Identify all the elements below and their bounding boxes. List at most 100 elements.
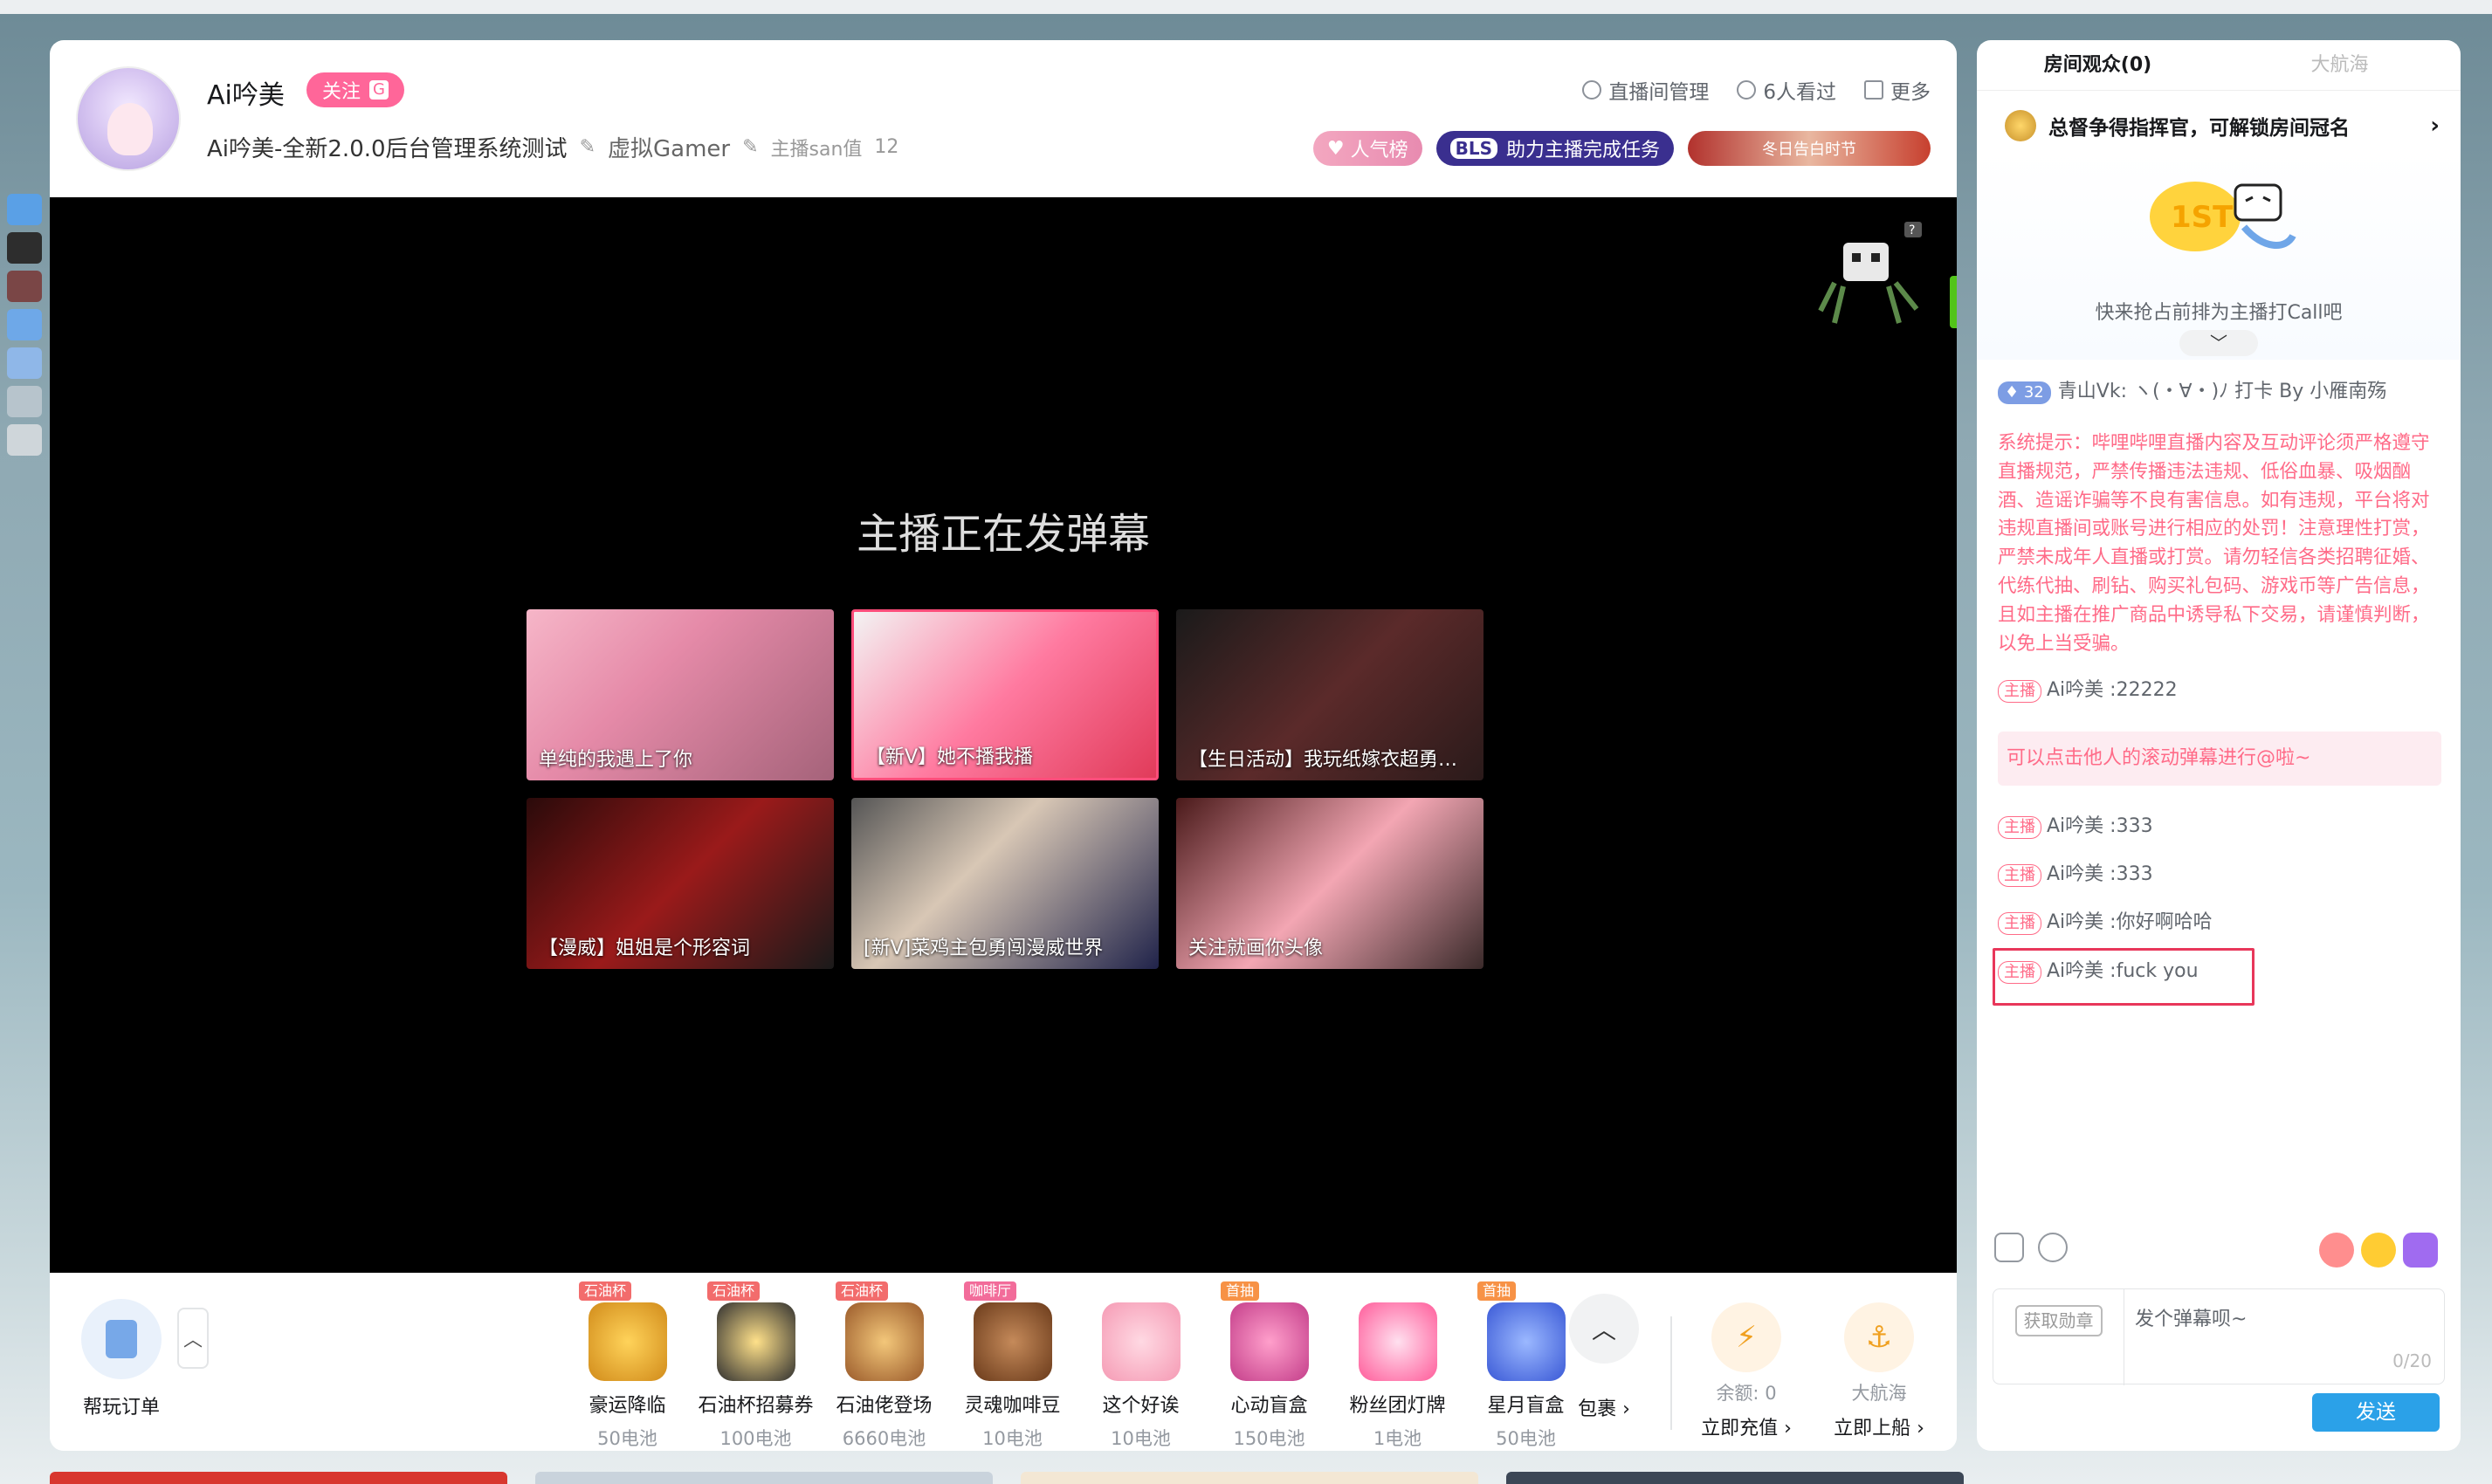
left-app-icon-1[interactable] bbox=[7, 194, 42, 225]
gift-oil-boss-icon bbox=[844, 1302, 924, 1381]
gift-item[interactable]: 这个好诶 10电池 bbox=[1077, 1281, 1205, 1451]
balance-text: 余额: 0 bbox=[1716, 1383, 1777, 1404]
room-manage-button[interactable]: 直播间管理 bbox=[1582, 75, 1709, 105]
left-app-icon-2[interactable] bbox=[7, 232, 42, 264]
gift-name: 石油杯招募券 bbox=[698, 1395, 814, 1417]
gift-item[interactable]: 首抽 心动盲盒 150电池 bbox=[1205, 1281, 1333, 1451]
send-button[interactable]: 发送 bbox=[2312, 1393, 2440, 1432]
fleet-button[interactable]: ⚓ 大航海 立即上船 › bbox=[1822, 1302, 1936, 1440]
recommendation-caption: 关注就画你头像 bbox=[1188, 938, 1324, 959]
tab-room-audience[interactable]: 房间观众(0) bbox=[1977, 40, 2219, 90]
room-title-row: Ai吟美-全新2.0.0后台管理系统测试 ✎ 虚拟Gamer ✎ 主播san值 … bbox=[207, 131, 898, 163]
gift-item[interactable]: 石油杯 石油佬登场 6660电池 bbox=[820, 1281, 948, 1451]
more-button[interactable]: 更多 bbox=[1864, 75, 1931, 105]
video-player[interactable]: 主播正在发弹幕 单纯的我遇上了你 【新V】她不播我播 【生日活动】我玩纸嫁衣超勇… bbox=[50, 197, 1957, 1273]
chat-text: : ヽ(・∀・)ﾉ 打卡 By 小雁南殇 bbox=[2120, 381, 2387, 402]
anchor-name[interactable]: Ai吟美 bbox=[207, 73, 285, 112]
gift-tag: 石油杯 bbox=[579, 1281, 632, 1301]
first-place-mascot-icon: 1ST bbox=[2150, 182, 2296, 251]
bottom-preview-row bbox=[50, 1472, 1964, 1484]
chevron-up-icon: ︿ bbox=[1569, 1294, 1639, 1364]
edit-area-icon[interactable]: ✎ bbox=[742, 136, 758, 158]
gift-name: 这个好诶 bbox=[1102, 1395, 1180, 1417]
divider bbox=[1670, 1316, 1672, 1430]
side-handle[interactable] bbox=[1950, 276, 1957, 328]
anchor-icon: ⚓ bbox=[1844, 1302, 1914, 1372]
chat-message[interactable]: ♦ 32 青山Vk: ヽ(・∀・)ﾉ 打卡 By 小雁南殇 bbox=[1998, 377, 2441, 406]
room-title: Ai吟美-全新2.0.0后台管理系统测试 bbox=[207, 136, 568, 162]
room-area[interactable]: 虚拟Gamer bbox=[608, 131, 730, 163]
gift-name: 心动盲盒 bbox=[1230, 1395, 1308, 1417]
gamepad-icon bbox=[81, 1299, 162, 1379]
gift-thumbs-up-icon bbox=[1101, 1302, 1181, 1381]
help-order-label: 帮玩订单 bbox=[82, 1397, 160, 1419]
get-medal-button[interactable]: 获取勋章 bbox=[1993, 1289, 2124, 1385]
governor-rank-row[interactable]: 总督争得指挥官，可解锁房间冠名 › bbox=[2005, 101, 2440, 150]
gift-item[interactable]: 咖啡厅 灵魂咖啡豆 10电池 bbox=[948, 1281, 1077, 1451]
event-banner[interactable]: 冬日告白时节 bbox=[1688, 131, 1931, 166]
anchor-avatar[interactable] bbox=[76, 66, 181, 171]
chat-message[interactable]: 主播 Ai吟美 :333 bbox=[1998, 812, 2441, 841]
gift-item[interactable]: 粉丝团灯牌 1电池 bbox=[1333, 1281, 1462, 1451]
recommendation-card[interactable]: 【新V】她不播我播 bbox=[851, 609, 1159, 780]
rank-text: 总督争得指挥官，可解锁房间冠名 bbox=[2048, 117, 2350, 140]
package-button[interactable]: ︿ 包裹 › bbox=[1569, 1294, 1639, 1421]
expand-toggle[interactable]: ︿ bbox=[177, 1308, 209, 1369]
chat-text: :333 bbox=[2110, 863, 2153, 885]
recommendation-grid: 单纯的我遇上了你 【新V】她不播我播 【生日活动】我玩纸嫁衣超勇… 【漫威】姐姐… bbox=[527, 609, 1487, 969]
input-char-count: 0/20 bbox=[2392, 1350, 2432, 1371]
san-value: 12 bbox=[874, 136, 899, 158]
follow-button[interactable]: 关注 G bbox=[306, 72, 404, 107]
add-app-icon[interactable] bbox=[7, 424, 42, 456]
gift-price: 10电池 bbox=[1111, 1428, 1171, 1449]
danmaku-input[interactable]: 发个弹幕呗~ bbox=[2135, 1303, 2247, 1331]
preview-card[interactable] bbox=[535, 1472, 993, 1484]
battery-icon: ⚡ bbox=[1711, 1302, 1781, 1372]
gift-fan-badge-icon bbox=[1358, 1302, 1437, 1381]
fleet-action-label: 立即上船 bbox=[1834, 1418, 1911, 1439]
recommendation-card[interactable]: 关注就画你头像 bbox=[1176, 798, 1483, 969]
popularity-rank-badge[interactable]: ♥ 人气榜 bbox=[1312, 131, 1422, 166]
gift-item[interactable]: 石油杯 豪运降临 50电池 bbox=[563, 1281, 692, 1451]
bls-task-badge[interactable]: BLS 助力主播完成任务 bbox=[1435, 131, 1674, 166]
chat-message[interactable]: 主播 Ai吟美 :22222 bbox=[1998, 676, 2441, 704]
gift-tag: 石油杯 bbox=[707, 1281, 761, 1301]
recommendation-caption: [新V]菜鸡主包勇闯漫威世界 bbox=[864, 938, 1104, 959]
recommendation-caption: 【生日活动】我玩纸嫁衣超勇… bbox=[1188, 749, 1458, 771]
robot-mascot-icon[interactable]: ? bbox=[1808, 215, 1931, 337]
recommendation-card[interactable]: 【生日活动】我玩纸嫁衣超勇… bbox=[1176, 609, 1483, 780]
preview-card[interactable] bbox=[50, 1472, 507, 1484]
left-app-icon-6[interactable] bbox=[7, 386, 42, 417]
gift-tag: 咖啡厅 bbox=[964, 1281, 1017, 1301]
recommendation-card[interactable]: [新V]菜鸡主包勇闯漫威世界 bbox=[851, 798, 1159, 969]
left-app-icon-4[interactable] bbox=[7, 309, 42, 340]
san-label: 主播san值 bbox=[770, 138, 863, 161]
gift-item[interactable]: 石油杯 石油杯招募券 100电池 bbox=[692, 1281, 820, 1451]
left-app-icon-3[interactable] bbox=[7, 271, 42, 302]
emoji-face-icon[interactable] bbox=[2361, 1233, 2396, 1268]
recommendation-card[interactable]: 【漫威】姐姐是个形容词 bbox=[527, 798, 834, 969]
viewers-button[interactable]: 6人看过 bbox=[1737, 75, 1836, 105]
help-order-button[interactable]: 帮玩订单 bbox=[81, 1299, 162, 1419]
chevron-down-icon[interactable]: ﹀ bbox=[2179, 330, 2258, 356]
preview-card[interactable] bbox=[1506, 1472, 1964, 1484]
gift-tag: 首抽 bbox=[1221, 1281, 1260, 1301]
fan-level-badge: ♦ 32 bbox=[1998, 381, 2051, 404]
gift-star-moon-box-icon bbox=[1486, 1302, 1566, 1381]
tab-fleet[interactable]: 大航海 bbox=[2219, 40, 2461, 90]
preview-card[interactable] bbox=[1021, 1472, 1478, 1484]
chat-message[interactable]: 主播 Ai吟美 :333 bbox=[1998, 860, 2441, 889]
recharge-button[interactable]: ⚡ 余额: 0 立即充值 › bbox=[1690, 1302, 1803, 1440]
chat-message[interactable]: 主播 Ai吟美 :你好啊哈哈 bbox=[1998, 908, 2441, 937]
emoji-thumbs-icon[interactable] bbox=[2319, 1233, 2354, 1268]
sticker-icon[interactable] bbox=[2038, 1233, 2068, 1262]
emoji-chat-icon[interactable] bbox=[2403, 1233, 2438, 1268]
danmaku-style-icon[interactable] bbox=[1994, 1233, 2024, 1262]
left-app-icon-5[interactable] bbox=[7, 347, 42, 379]
edit-title-icon[interactable]: ✎ bbox=[580, 136, 595, 158]
popularity-label: 人气榜 bbox=[1350, 140, 1408, 161]
call-promo[interactable]: 1ST 快来抢占前排为主播打Call吧 ﹀ bbox=[1977, 150, 2461, 360]
recommendation-caption: 【漫威】姐姐是个形容词 bbox=[539, 938, 751, 959]
recommendation-card[interactable]: 单纯的我遇上了你 bbox=[527, 609, 834, 780]
live-room-card: Ai吟美 关注 G Ai吟美-全新2.0.0后台管理系统测试 ✎ 虚拟Gamer… bbox=[50, 40, 1957, 1451]
